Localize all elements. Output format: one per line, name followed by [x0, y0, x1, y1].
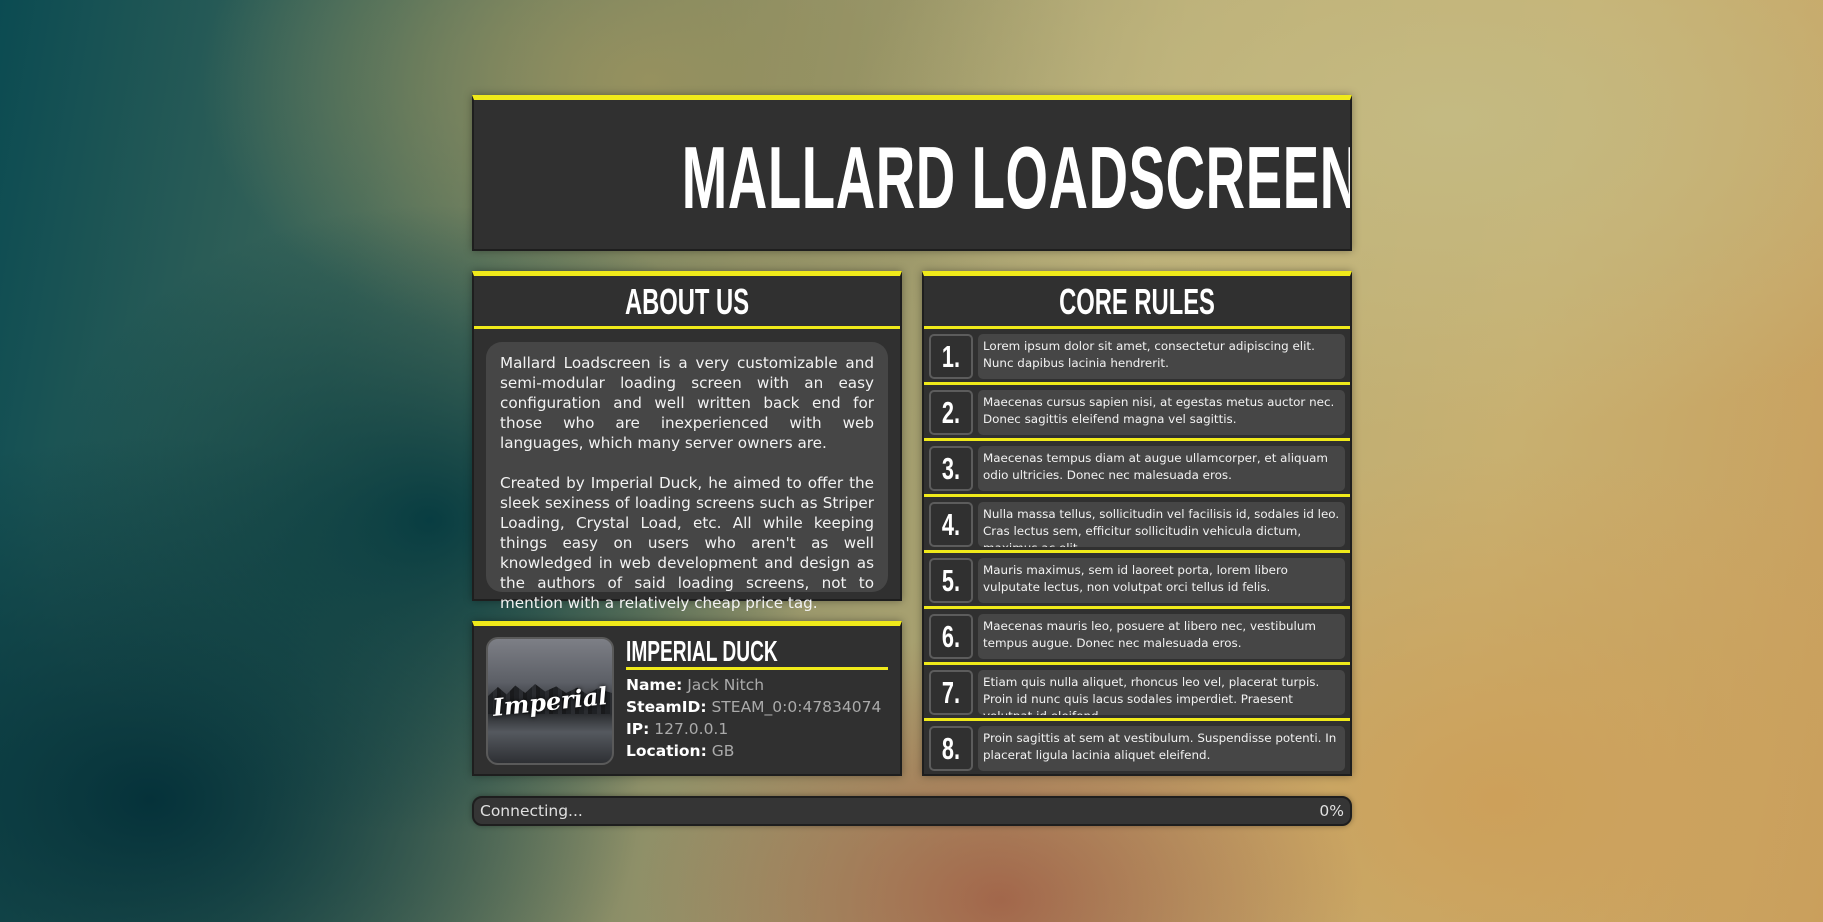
- loading-status-text: Connecting...: [480, 802, 583, 820]
- page-title: MALLARD LOADSCREEN: [681, 128, 1350, 227]
- rules-heading: CORE RULES: [1059, 281, 1215, 322]
- rule-number: 6.: [941, 619, 961, 654]
- about-paragraph: Created by Imperial Duck, he aimed to of…: [500, 474, 874, 612]
- title-panel: MALLARD LOADSCREEN: [472, 95, 1352, 251]
- about-text-box: Mallard Loadscreen is a very customizabl…: [486, 342, 888, 612]
- rule-item: 1. Lorem ipsum dolor sit amet, consectet…: [924, 329, 1350, 385]
- rule-item: 2. Maecenas cursus sapien nisi, at egest…: [924, 385, 1350, 441]
- avatar-logo-text: Imperial: [491, 681, 609, 722]
- profile-steamid-row: SteamID: STEAM_0:0:47834074: [626, 696, 888, 718]
- rule-number: 7.: [941, 675, 961, 710]
- rule-item: 5. Mauris maximus, sem id laoreet porta,…: [924, 553, 1350, 609]
- rule-text: Nulla massa tellus, sollicitudin vel fac…: [978, 502, 1345, 547]
- rule-number: 2.: [941, 395, 961, 430]
- rule-item: 4. Nulla massa tellus, sollicitudin vel …: [924, 497, 1350, 553]
- rule-item: 8. Proin sagittis at sem at vestibulum. …: [924, 721, 1350, 777]
- rule-number: 5.: [941, 563, 961, 598]
- about-panel: ABOUT US Mallard Loadscreen is a very cu…: [472, 271, 902, 612]
- progress-percent: 0%: [1319, 802, 1344, 820]
- field-label: IP:: [626, 720, 650, 738]
- avatar: Imperial: [486, 637, 614, 765]
- player-display-name: IMPERIAL DUCK: [626, 636, 778, 668]
- rules-panel: CORE RULES 1. Lorem ipsum dolor sit amet…: [922, 271, 1352, 776]
- rule-text: Mauris maximus, sem id laoreet porta, lo…: [978, 558, 1345, 603]
- rule-text: Maecenas cursus sapien nisi, at egestas …: [978, 390, 1345, 435]
- field-label: Name:: [626, 676, 683, 694]
- profile-location-row: Location: GB: [626, 740, 888, 762]
- rule-item: 3. Maecenas tempus diam at augue ullamco…: [924, 441, 1350, 497]
- rule-number: 8.: [941, 731, 961, 766]
- field-label: Location:: [626, 742, 707, 760]
- rules-list: 1. Lorem ipsum dolor sit amet, consectet…: [924, 329, 1350, 774]
- rule-text: Maecenas mauris leo, posuere at libero n…: [978, 614, 1345, 659]
- about-heading: ABOUT US: [624, 281, 750, 322]
- field-label: SteamID:: [626, 698, 707, 716]
- field-value: Jack Nitch: [687, 676, 765, 694]
- rule-text: Etiam quis nulla aliquet, rhoncus leo ve…: [978, 670, 1345, 715]
- field-value: GB: [711, 742, 735, 760]
- rule-number: 3.: [941, 451, 961, 486]
- player-profile-panel: Imperial IMPERIAL DUCK Name: Jack Nitch …: [472, 621, 902, 776]
- field-value: STEAM_0:0:47834074: [711, 698, 882, 716]
- profile-ip-row: IP: 127.0.0.1: [626, 718, 888, 740]
- rule-item: 7. Etiam quis nulla aliquet, rhoncus leo…: [924, 665, 1350, 721]
- about-paragraph: Mallard Loadscreen is a very customizabl…: [500, 354, 874, 452]
- profile-name-row: Name: Jack Nitch: [626, 674, 888, 696]
- rule-number: 4.: [941, 507, 961, 542]
- field-value: 127.0.0.1: [654, 720, 729, 738]
- rule-item: 6. Maecenas mauris leo, posuere at liber…: [924, 609, 1350, 665]
- rule-number: 1.: [941, 339, 961, 374]
- rule-text: Proin sagittis at sem at vestibulum. Sus…: [978, 726, 1345, 771]
- loading-progress-bar: Connecting... 0%: [472, 796, 1352, 826]
- rule-text: Lorem ipsum dolor sit amet, consectetur …: [978, 334, 1345, 379]
- rule-text: Maecenas tempus diam at augue ullamcorpe…: [978, 446, 1345, 491]
